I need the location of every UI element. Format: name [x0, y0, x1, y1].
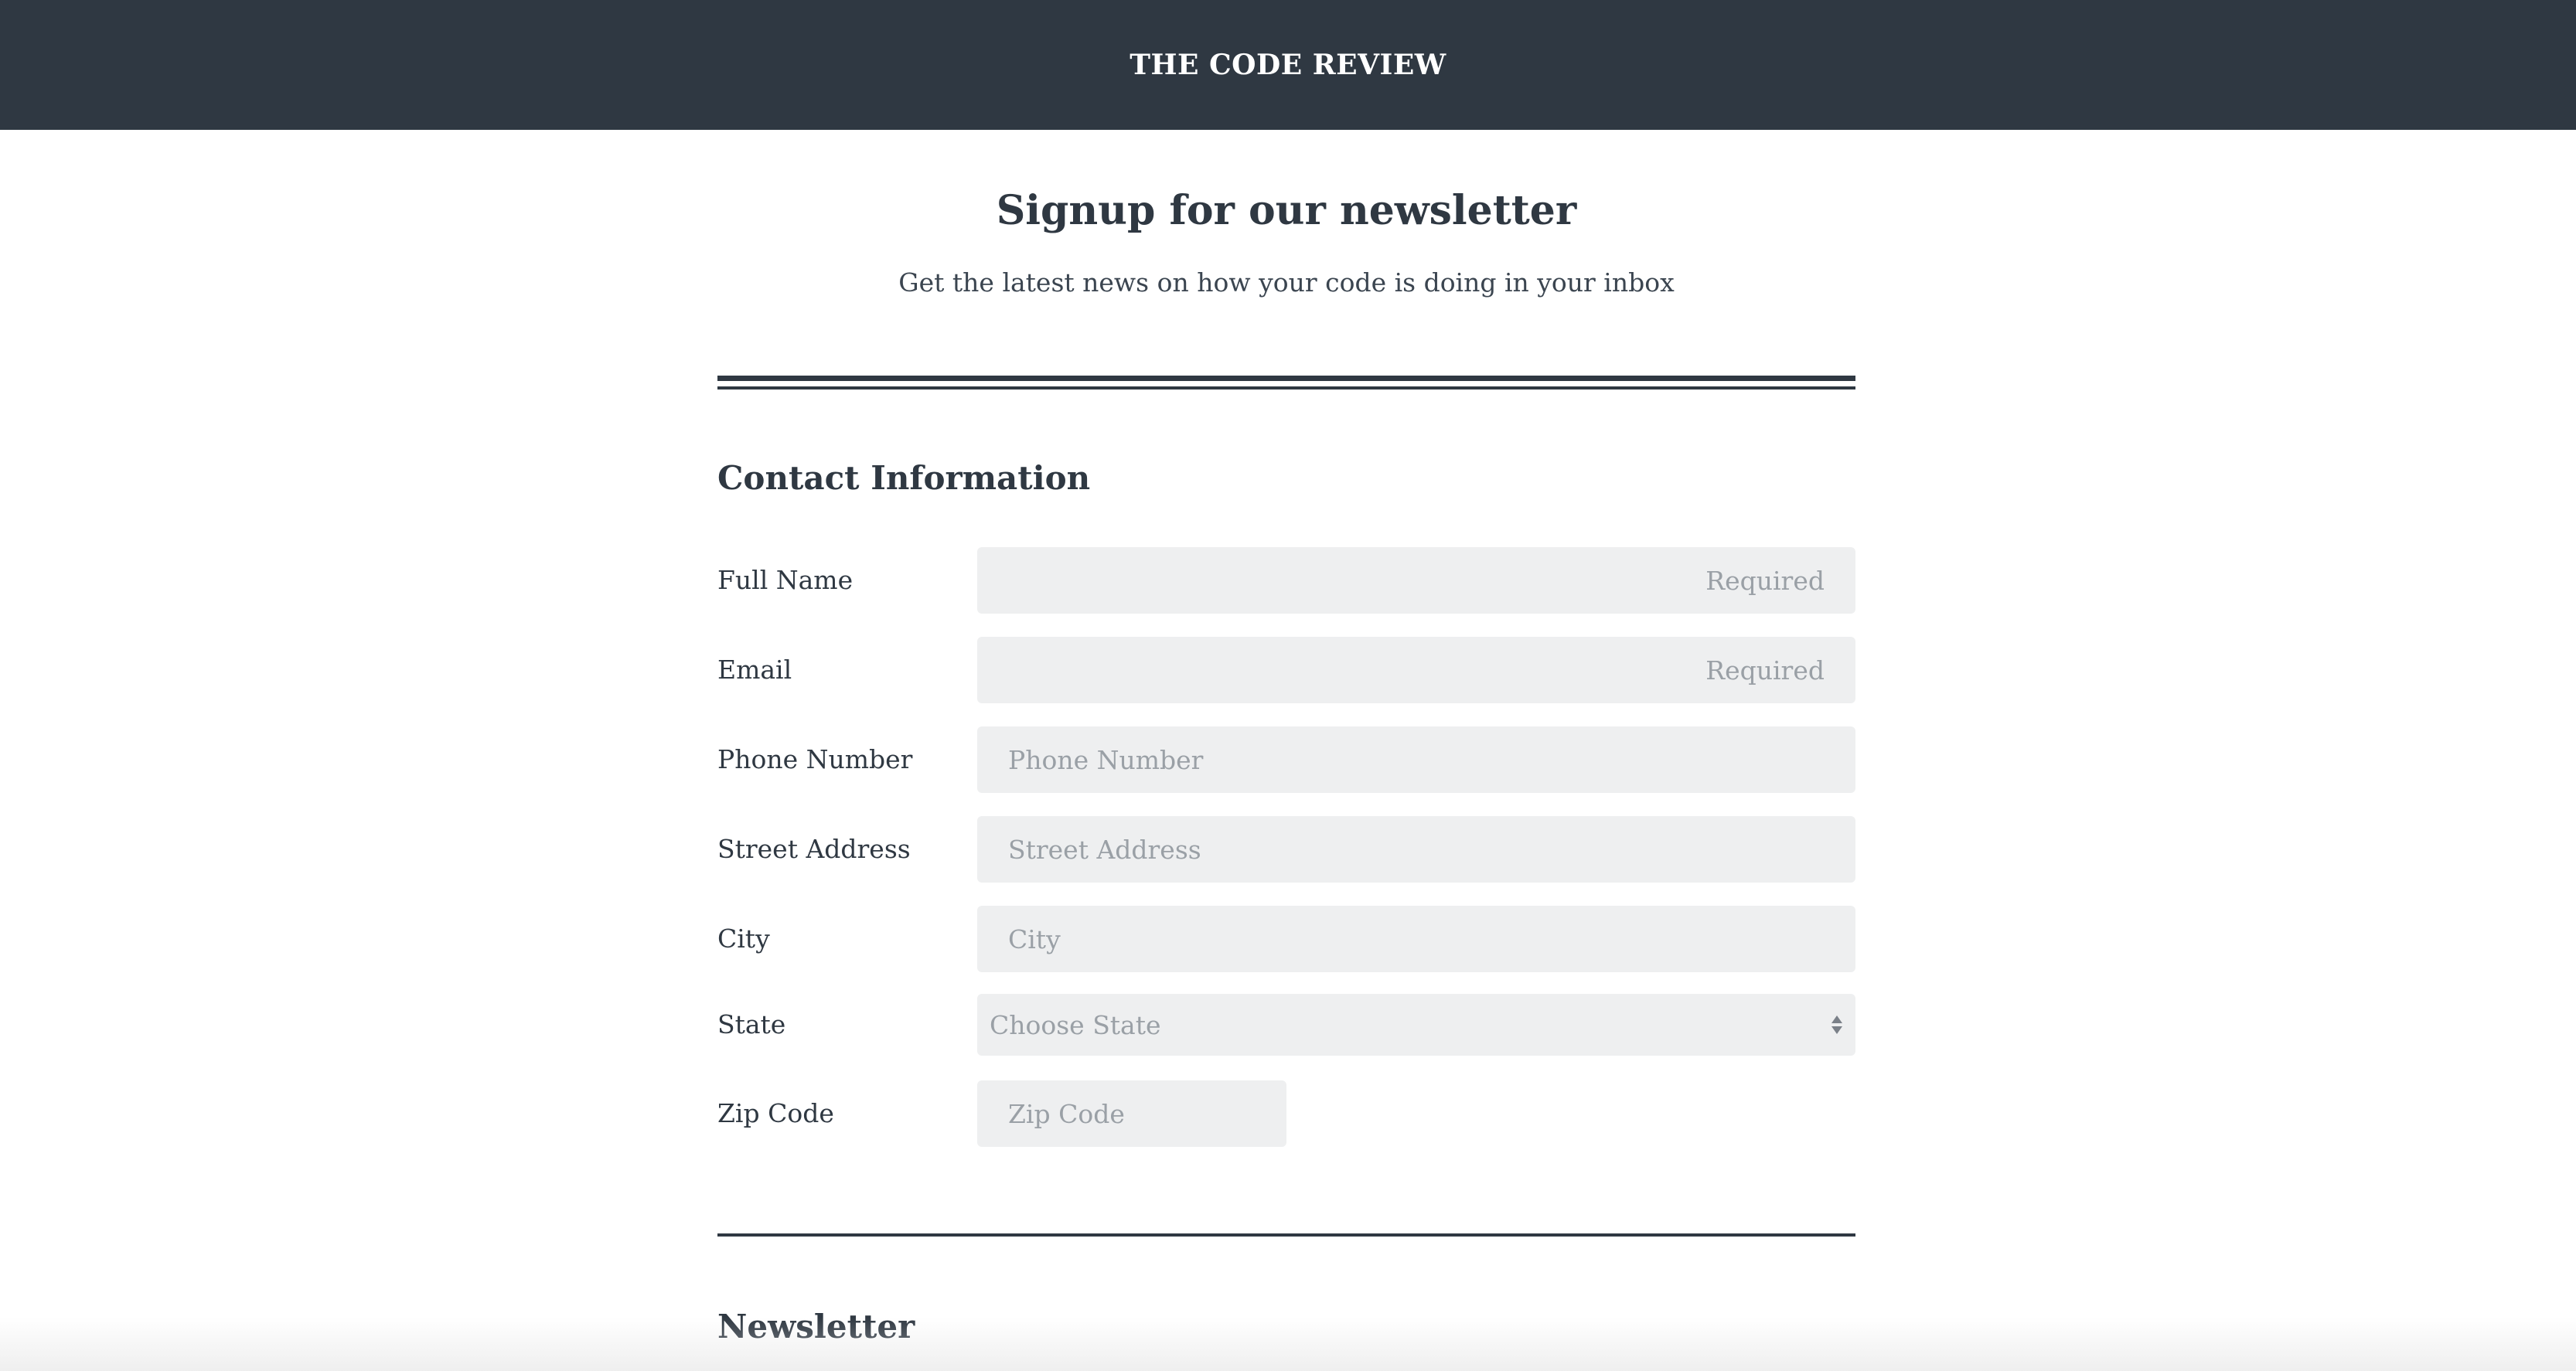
section-divider — [717, 1233, 1855, 1237]
zip-code-label: Zip Code — [717, 1098, 834, 1128]
page-title: Signup for our newsletter — [996, 187, 1577, 234]
email-input[interactable] — [977, 637, 1855, 703]
site-header: THE CODE REVIEW — [0, 0, 2576, 130]
form-row-zip: Zip Code — [717, 1080, 1855, 1147]
state-label: State — [717, 1009, 786, 1039]
full-name-input[interactable] — [977, 547, 1855, 614]
zip-code-input[interactable] — [977, 1080, 1286, 1147]
state-select[interactable]: Choose State — [977, 994, 1855, 1056]
full-name-label: Full Name — [717, 565, 854, 595]
form-row-email: Email — [717, 637, 1855, 703]
phone-number-input[interactable] — [977, 726, 1855, 793]
street-address-input[interactable] — [977, 816, 1855, 883]
form-row-full-name: Full Name — [717, 547, 1855, 614]
street-address-label: Street Address — [717, 834, 911, 864]
page-subtitle: Get the latest news on how your code is … — [898, 267, 1675, 298]
form-row-street: Street Address — [717, 816, 1855, 883]
site-brand[interactable]: THE CODE REVIEW — [1130, 49, 1446, 81]
bottom-scroll-fade — [0, 1317, 2576, 1371]
select-updown-arrows-icon — [1831, 1012, 1843, 1038]
email-label: Email — [717, 655, 792, 685]
section-title-contact: Contact Information — [717, 459, 1091, 497]
state-select-value: Choose State — [990, 1009, 1161, 1040]
section-title-newsletter: Newsletter — [717, 1308, 915, 1345]
phone-number-label: Phone Number — [717, 744, 913, 774]
form-row-city: City — [717, 906, 1855, 972]
header-divider — [717, 376, 1855, 390]
form-row-phone: Phone Number — [717, 726, 1855, 793]
city-label: City — [717, 924, 770, 954]
form-row-state: State Choose State — [717, 994, 1855, 1056]
city-input[interactable] — [977, 906, 1855, 972]
